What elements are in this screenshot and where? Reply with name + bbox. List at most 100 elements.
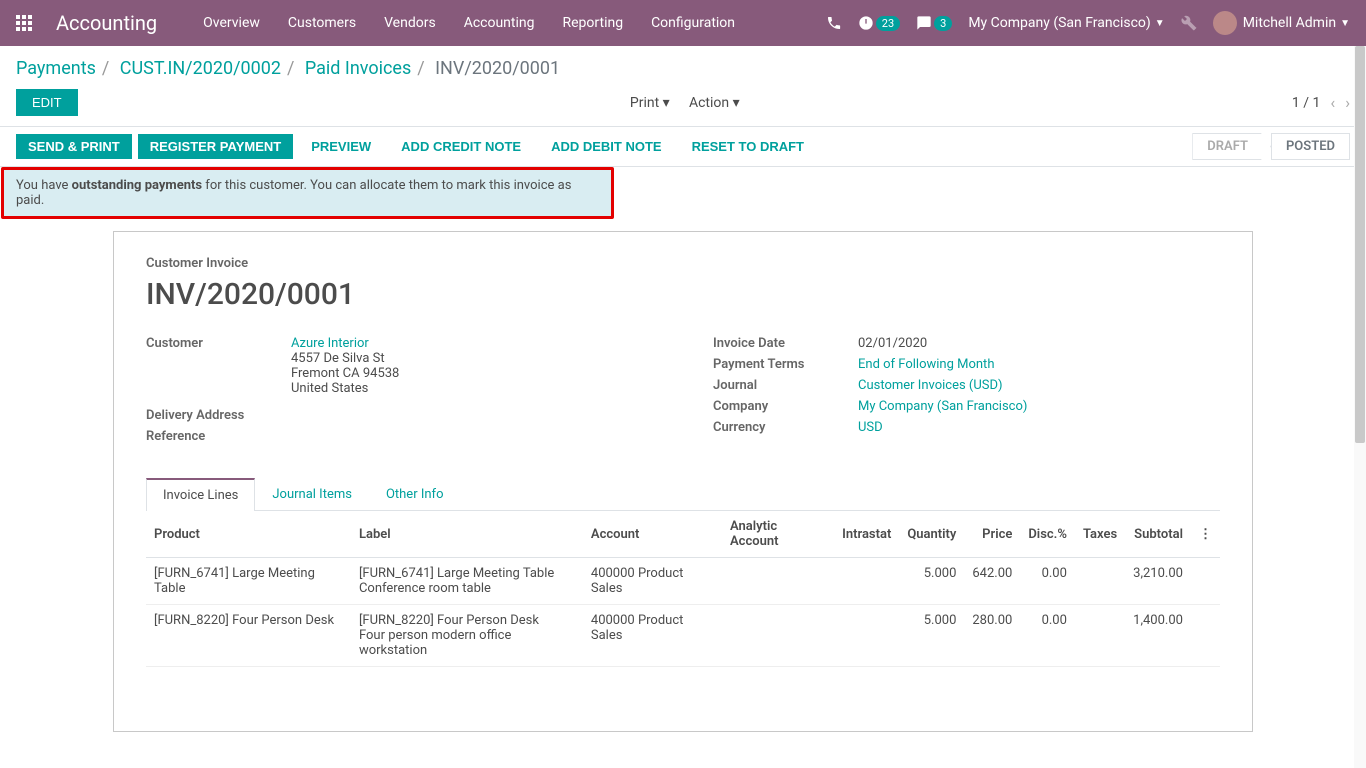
- cell-analytic: [722, 605, 834, 667]
- breadcrumb: Payments/ CUST.IN/2020/0002/ Paid Invoic…: [0, 46, 1366, 83]
- company-label: Company: [713, 399, 858, 414]
- cell-label: [FURN_6741] Large Meeting TableConferenc…: [351, 558, 583, 605]
- cell-quantity: 5.000: [899, 605, 964, 667]
- company-link[interactable]: My Company (San Francisco): [858, 399, 1027, 414]
- pager: 1 / 1 ‹ ›: [1292, 93, 1350, 112]
- company-switcher[interactable]: My Company (San Francisco)▼: [968, 15, 1164, 31]
- address-line: Fremont CA 94538: [291, 366, 653, 381]
- cell-intrastat: [834, 605, 899, 667]
- currency-link[interactable]: USD: [858, 420, 883, 435]
- kebab-icon[interactable]: ⋮: [1191, 511, 1220, 558]
- col-subtotal[interactable]: Subtotal: [1125, 511, 1191, 558]
- nav-overview[interactable]: Overview: [193, 9, 270, 37]
- cell-product: [FURN_8220] Four Person Desk: [146, 605, 351, 667]
- status-draft[interactable]: DRAFT: [1192, 133, 1271, 160]
- tab-other-info[interactable]: Other Info: [369, 478, 461, 511]
- address-line: United States: [291, 381, 653, 396]
- nav-vendors[interactable]: Vendors: [374, 9, 446, 37]
- cell-quantity: 5.000: [899, 558, 964, 605]
- col-product[interactable]: Product: [146, 511, 351, 558]
- col-price[interactable]: Price: [964, 511, 1020, 558]
- cell-subtotal: 1,400.00: [1125, 605, 1191, 667]
- content-area: Payments/ CUST.IN/2020/0002/ Paid Invoic…: [0, 46, 1366, 768]
- invoice-number: INV/2020/0001: [146, 277, 1220, 312]
- tab-journal-items[interactable]: Journal Items: [255, 478, 369, 511]
- scrollbar[interactable]: [1354, 46, 1366, 768]
- tab-invoice-lines[interactable]: Invoice Lines: [146, 478, 255, 511]
- pager-value: 1 / 1: [1292, 95, 1320, 111]
- caret-down-icon: ▼: [1155, 18, 1165, 29]
- add-debit-note-button[interactable]: ADD DEBIT NOTE: [539, 134, 674, 159]
- status-posted[interactable]: POSTED: [1271, 133, 1350, 160]
- journal-label: Journal: [713, 378, 858, 393]
- chat-icon[interactable]: 3: [916, 15, 952, 31]
- cell-price: 280.00: [964, 605, 1020, 667]
- currency-label: Currency: [713, 420, 858, 435]
- left-column: Customer Azure Interior 4557 De Silva St…: [146, 336, 653, 450]
- customer-label: Customer: [146, 336, 291, 396]
- table-row[interactable]: [FURN_6741] Large Meeting Table[FURN_674…: [146, 558, 1220, 605]
- cell-taxes: [1075, 558, 1125, 605]
- breadcrumb-link[interactable]: Paid Invoices: [305, 58, 411, 79]
- col-disc[interactable]: Disc.%: [1020, 511, 1075, 558]
- debug-icon[interactable]: [1181, 15, 1197, 31]
- print-dropdown[interactable]: Print ▾: [622, 91, 678, 115]
- col-quantity[interactable]: Quantity: [899, 511, 964, 558]
- nav-reporting[interactable]: Reporting: [553, 9, 634, 37]
- breadcrumb-link[interactable]: Payments: [16, 58, 96, 79]
- col-intrastat[interactable]: Intrastat: [834, 511, 899, 558]
- cell-disc: 0.00: [1020, 605, 1075, 667]
- add-credit-note-button[interactable]: ADD CREDIT NOTE: [389, 134, 533, 159]
- user-menu[interactable]: Mitchell Admin▼: [1213, 11, 1350, 35]
- invoice-type-label: Customer Invoice: [146, 256, 1220, 271]
- payment-terms-label: Payment Terms: [713, 357, 858, 372]
- address-line: 4557 De Silva St: [291, 351, 653, 366]
- col-label[interactable]: Label: [351, 511, 583, 558]
- caret-down-icon: ▾: [733, 95, 740, 111]
- breadcrumb-current: INV/2020/0001: [435, 58, 560, 79]
- col-account[interactable]: Account: [583, 511, 722, 558]
- nav-customers[interactable]: Customers: [278, 9, 366, 37]
- reset-draft-button[interactable]: RESET TO DRAFT: [680, 134, 816, 159]
- main-menu: Overview Customers Vendors Accounting Re…: [193, 9, 745, 37]
- pager-next-icon[interactable]: ›: [1345, 93, 1350, 112]
- right-column: Invoice Date02/01/2020 Payment TermsEnd …: [713, 336, 1220, 450]
- cell-disc: 0.00: [1020, 558, 1075, 605]
- topbar-right: 23 3 My Company (San Francisco)▼ Mitchel…: [826, 11, 1350, 35]
- payment-terms-link[interactable]: End of Following Month: [858, 357, 994, 372]
- invoice-date-label: Invoice Date: [713, 336, 858, 351]
- app-name: Accounting: [56, 11, 157, 35]
- invoice-date-value: 02/01/2020: [858, 336, 1220, 351]
- delivery-address-label: Delivery Address: [146, 408, 291, 423]
- nav-accounting[interactable]: Accounting: [454, 9, 545, 37]
- register-payment-button[interactable]: REGISTER PAYMENT: [138, 134, 293, 159]
- cell-account: 400000 Product Sales: [583, 605, 722, 667]
- journal-link[interactable]: Customer Invoices (USD): [858, 378, 1003, 393]
- statusbar: DRAFT POSTED: [1192, 133, 1350, 160]
- action-dropdown[interactable]: Action ▾: [681, 91, 748, 115]
- button-bar: SEND & PRINT REGISTER PAYMENT PREVIEW AD…: [0, 126, 1366, 167]
- col-analytic[interactable]: Analytic Account: [722, 511, 834, 558]
- outstanding-payments-banner[interactable]: You have outstanding payments for this c…: [1, 167, 614, 219]
- phone-icon[interactable]: [826, 15, 842, 31]
- avatar: [1213, 11, 1237, 35]
- activity-icon[interactable]: 23: [858, 15, 900, 31]
- cell-intrastat: [834, 558, 899, 605]
- col-taxes[interactable]: Taxes: [1075, 511, 1125, 558]
- cell-analytic: [722, 558, 834, 605]
- customer-link[interactable]: Azure Interior: [291, 336, 369, 351]
- breadcrumb-link[interactable]: CUST.IN/2020/0002: [120, 58, 281, 79]
- cell-taxes: [1075, 605, 1125, 667]
- control-panel: EDIT Print ▾ Action ▾ 1 / 1 ‹ ›: [0, 83, 1366, 126]
- invoice-lines-table: Product Label Account Analytic Account I…: [146, 511, 1220, 667]
- edit-button[interactable]: EDIT: [16, 89, 78, 116]
- reference-label: Reference: [146, 429, 291, 444]
- preview-button[interactable]: PREVIEW: [299, 134, 383, 159]
- table-row[interactable]: [FURN_8220] Four Person Desk[FURN_8220] …: [146, 605, 1220, 667]
- send-print-button[interactable]: SEND & PRINT: [16, 134, 132, 159]
- top-navbar: Accounting Overview Customers Vendors Ac…: [0, 0, 1366, 46]
- apps-icon[interactable]: [16, 15, 32, 31]
- cell-label: [FURN_8220] Four Person DeskFour person …: [351, 605, 583, 667]
- nav-configuration[interactable]: Configuration: [641, 9, 745, 37]
- pager-prev-icon[interactable]: ‹: [1330, 93, 1335, 112]
